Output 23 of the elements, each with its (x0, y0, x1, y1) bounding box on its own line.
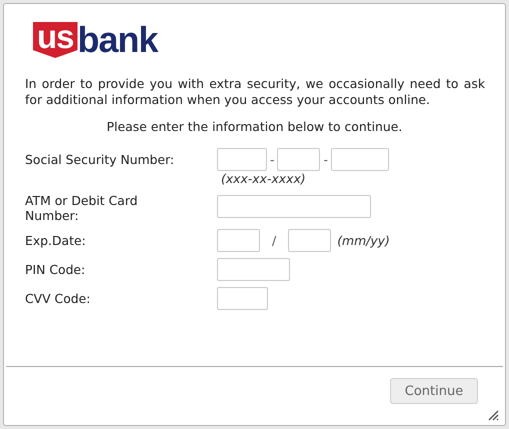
separator-text: / (272, 233, 276, 248)
continue-button[interactable]: Continue (390, 378, 478, 404)
input-field[interactable] (217, 229, 260, 252)
field-label: PIN Code: (25, 261, 86, 277)
separator-text: - (323, 152, 328, 167)
field-label: ATM or Debit Card Number: (25, 193, 139, 223)
field-label: Social Security Number: (25, 151, 176, 167)
instruction-text: Please enter the information below to continue. (106, 119, 404, 135)
field-label: Exp.Date: (25, 232, 87, 248)
input-field[interactable] (217, 148, 267, 171)
input-field[interactable] (277, 148, 320, 171)
field-label: CVV Code: (25, 290, 92, 306)
input-field[interactable] (330, 148, 389, 171)
format-hint: (mm/yy) (337, 233, 390, 248)
resize-grip-icon[interactable] (487, 409, 499, 421)
bank-logo: usbank (33, 22, 158, 58)
input-field[interactable] (217, 287, 268, 310)
format-hint: (xxx-xx-xxxx) (221, 171, 307, 187)
input-field[interactable] (288, 229, 332, 252)
intro-paragraph: In order to provide you with extra security, we occasionally need to ask for additional information when you access your accounts online. (25, 76, 485, 108)
input-field[interactable] (217, 258, 290, 281)
input-field[interactable] (217, 195, 371, 218)
separator-text: - (270, 152, 274, 167)
